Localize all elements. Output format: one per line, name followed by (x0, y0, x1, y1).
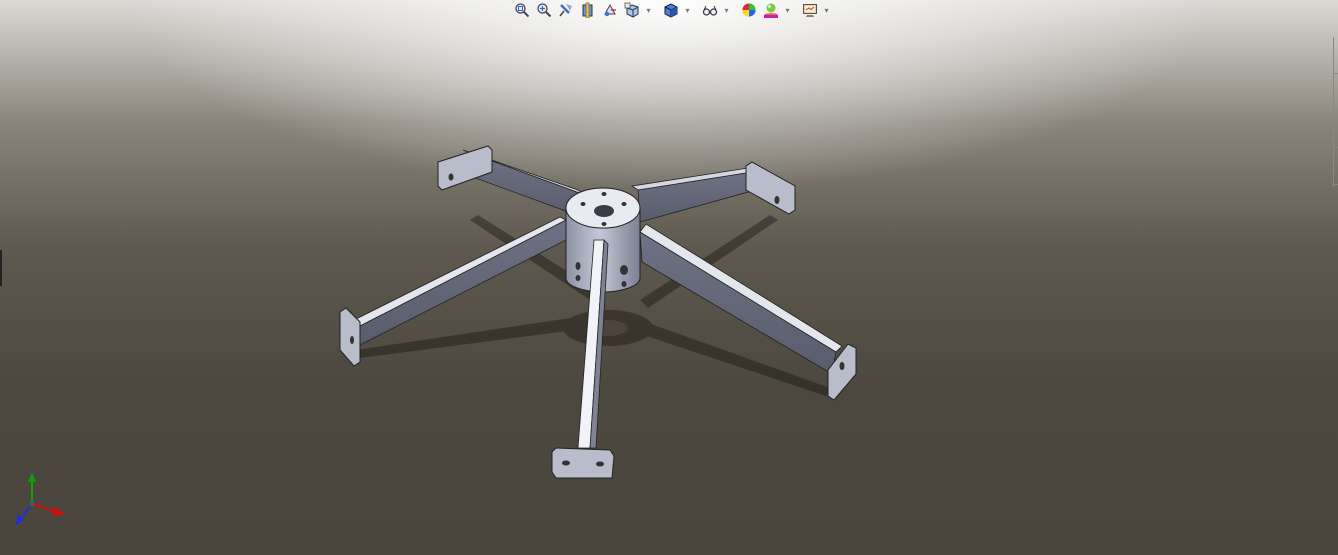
arm-back-right (630, 161, 796, 223)
arm-front-right (639, 223, 857, 401)
arm-back-left (437, 145, 586, 219)
star-base-3d-model[interactable] (0, 0, 1338, 555)
reference-triad (15, 473, 66, 526)
